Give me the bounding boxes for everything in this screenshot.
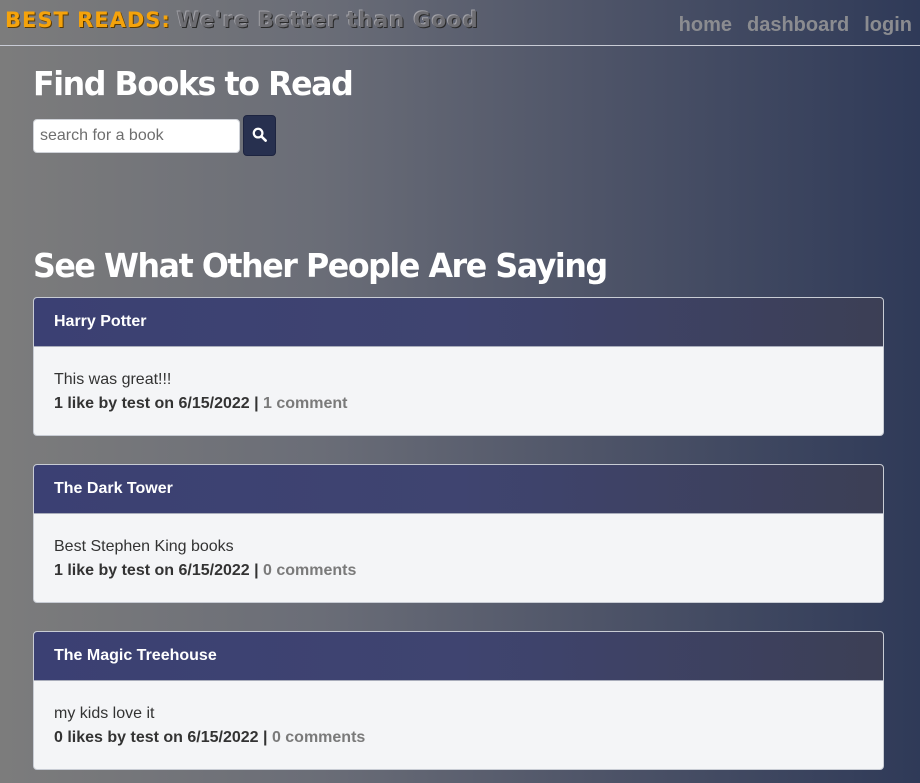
review-text: Best Stephen King books [54, 538, 234, 555]
review-text: my kids love it [54, 705, 155, 722]
review-card: The Magic Treehouse my kids love it 0 li… [33, 631, 884, 770]
review-meta: 1 like by test on 6/15/2022 | 1 comment [54, 392, 863, 416]
review-meta: 1 like by test on 6/15/2022 | 0 comments [54, 559, 863, 583]
review-likes-author-date: 1 like by test on 6/15/2022 | [54, 562, 264, 579]
review-text: This was great!!! [54, 371, 172, 388]
review-book-title[interactable]: The Magic Treehouse [34, 632, 883, 681]
brand-tagline: We're Better than Good [176, 8, 479, 32]
nav-home-link[interactable]: home [679, 14, 732, 37]
main-nav: home dashboard login [679, 14, 912, 37]
review-book-title[interactable]: The Dark Tower [34, 465, 883, 514]
nav-login-link[interactable]: login [864, 14, 912, 37]
review-comments-link[interactable]: 0 comments [263, 562, 356, 579]
find-books-title: Find Books to Read [33, 64, 354, 103]
review-body: Best Stephen King books 1 like by test o… [34, 514, 883, 583]
brand-logo[interactable]: BEST READS: We're Better than Good [5, 8, 479, 32]
review-body: This was great!!! 1 like by test on 6/15… [34, 347, 883, 416]
review-card: Harry Potter This was great!!! 1 like by… [33, 297, 884, 436]
search-input[interactable] [33, 119, 240, 153]
review-comments-link[interactable]: 1 comment [263, 395, 347, 412]
search-icon [252, 127, 267, 145]
reviews-section-title: See What Other People Are Saying [33, 246, 608, 285]
review-likes-author-date: 1 like by test on 6/15/2022 | [54, 395, 264, 412]
nav-dashboard-link[interactable]: dashboard [747, 14, 849, 37]
search-button[interactable] [243, 115, 276, 156]
site-header: BEST READS: We're Better than Good home d… [0, 0, 920, 46]
review-book-title[interactable]: Harry Potter [34, 298, 883, 347]
review-meta: 0 likes by test on 6/15/2022 | 0 comment… [54, 726, 863, 750]
brand-name: BEST READS: [5, 8, 171, 32]
review-comments-link[interactable]: 0 comments [272, 729, 365, 746]
review-card: The Dark Tower Best Stephen King books 1… [33, 464, 884, 603]
review-body: my kids love it 0 likes by test on 6/15/… [34, 681, 883, 750]
review-likes-author-date: 0 likes by test on 6/15/2022 | [54, 729, 272, 746]
